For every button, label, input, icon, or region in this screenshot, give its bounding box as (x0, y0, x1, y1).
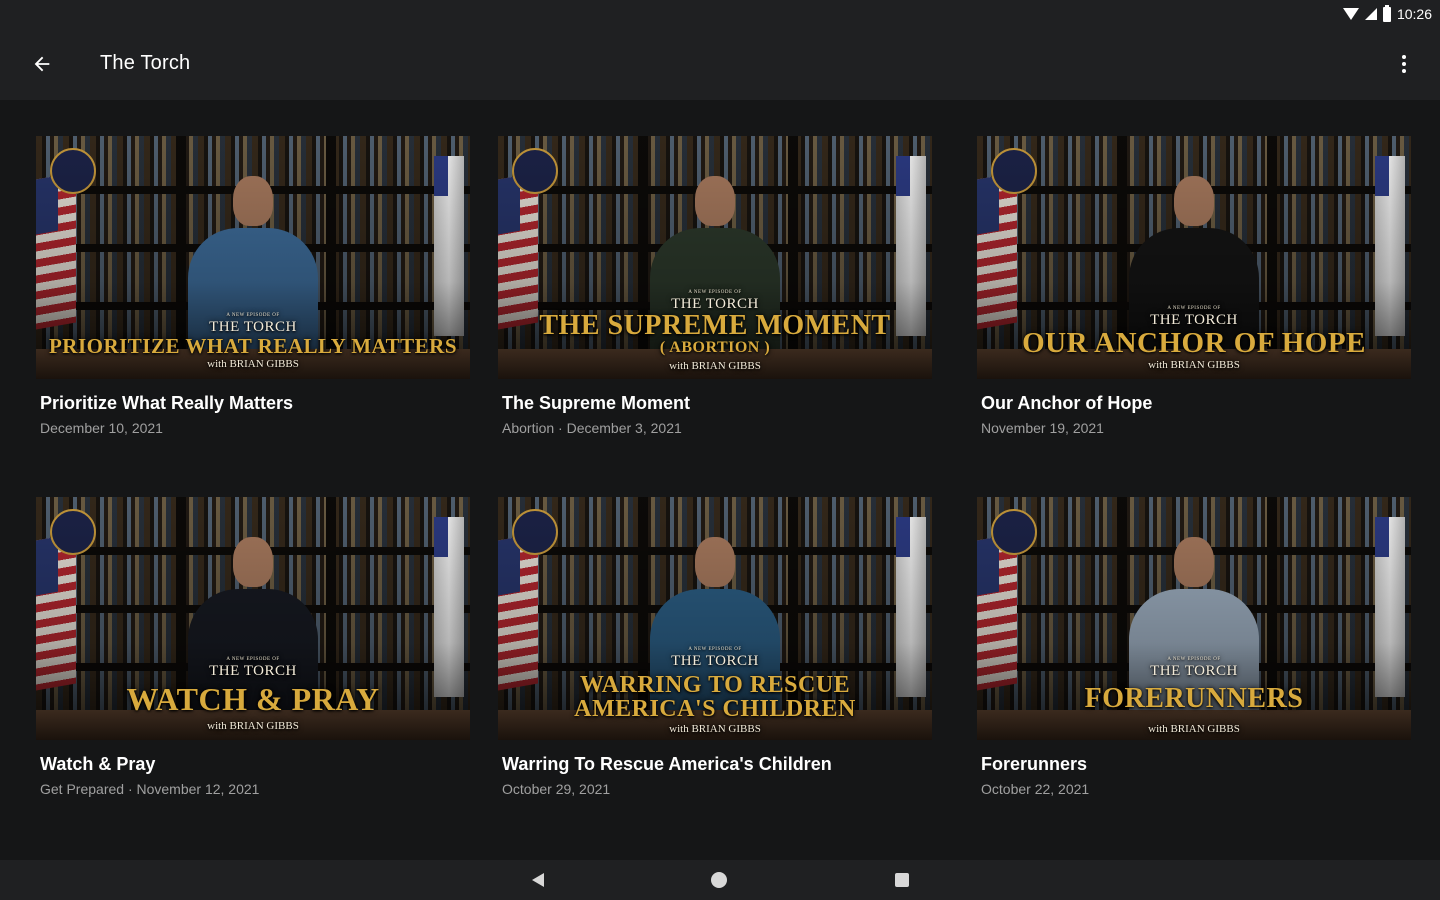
episode-card[interactable]: A NEW EPISODE OF THE TORCH THE SUPREME M… (498, 136, 932, 436)
episode-title: Watch & Pray (40, 754, 156, 774)
back-button[interactable] (22, 44, 62, 84)
episode-card[interactable]: A NEW EPISODE OF THE TORCH WATCH & PRAY … (36, 497, 470, 797)
overlay-title: FORERUNNERS (1084, 683, 1304, 714)
app-bar: The Torch (0, 28, 1440, 100)
episode-thumbnail[interactable]: A NEW EPISODE OF THE TORCH OUR ANCHOR OF… (977, 136, 1411, 379)
overlay-title: WATCH & PRAY (126, 681, 380, 717)
overlay-with: with BRIAN GIBBS (669, 723, 761, 735)
battery-icon (1382, 4, 1391, 22)
overlay-title: THE SUPREME MOMENT (539, 310, 891, 341)
episode-card[interactable]: A NEW EPISODE OF THE TORCH PRIORITIZE WH… (36, 136, 470, 436)
episode-card[interactable]: A NEW EPISODE OF THE TORCH WARRING TO RE… (498, 497, 932, 797)
episode-subtitle: October 22, 2021 (981, 781, 1090, 797)
status-bar: 10:26 (0, 0, 1440, 28)
wifi-icon (1342, 8, 1359, 20)
status-icons: 10:26 (1342, 4, 1432, 24)
episode-title: Prioritize What Really Matters (40, 393, 294, 413)
episode-thumbnail[interactable]: A NEW EPISODE OF THE TORCH FORERUNNERS w… (977, 497, 1411, 740)
episode-title: The Supreme Moment (502, 393, 691, 413)
episode-subtitle: December 10, 2021 (40, 420, 163, 436)
overlay-subtitle: ( ABORTION ) (659, 339, 771, 356)
overlay-with: with BRIAN GIBBS (1148, 359, 1240, 371)
overlay-title: OUR ANCHOR OF HOPE (1022, 327, 1366, 359)
episode-subtitle: Abortion · December 3, 2021 (502, 420, 682, 436)
episode-thumbnail[interactable]: A NEW EPISODE OF THE TORCH WATCH & PRAY … (36, 497, 470, 740)
arrow-left-icon (34, 56, 50, 72)
episode-thumbnail[interactable]: A NEW EPISODE OF THE TORCH PRIORITIZE WH… (36, 136, 470, 379)
overlay-small: A NEW EPISODE OF (1167, 657, 1221, 662)
overlay-small: A NEW EPISODE OF (226, 657, 280, 662)
overlay-brand: THE TORCH (1150, 663, 1238, 679)
system-nav-bar (0, 860, 1440, 900)
overlay-small: A NEW EPISODE OF (688, 647, 742, 652)
episode-title: Forerunners (981, 754, 1088, 774)
episode-thumbnail[interactable]: A NEW EPISODE OF THE TORCH WARRING TO RE… (498, 497, 932, 740)
episode-card[interactable]: A NEW EPISODE OF THE TORCH FORERUNNERS w… (977, 497, 1411, 797)
episode-subtitle: Get Prepared · November 12, 2021 (40, 781, 260, 797)
page-title: The Torch (100, 52, 191, 74)
nav-home-icon[interactable] (711, 872, 727, 888)
overlay-small: A NEW EPISODE OF (1167, 306, 1221, 311)
overlay-title: WARRING TO RESCUE AMERICA'S CHILDREN (574, 672, 856, 722)
episode-subtitle: November 19, 2021 (981, 420, 1104, 436)
episode-grid: A NEW EPISODE OF THE TORCH PRIORITIZE WH… (0, 100, 1440, 860)
nav-back-icon[interactable] (532, 873, 544, 887)
overlay-title: PRIORITIZE WHAT REALLY MATTERS (48, 334, 458, 358)
episode-card[interactable]: A NEW EPISODE OF THE TORCH OUR ANCHOR OF… (977, 136, 1411, 436)
overlay-small: A NEW EPISODE OF (688, 290, 742, 295)
overlay-with: with BRIAN GIBBS (207, 358, 299, 370)
overlay-small: A NEW EPISODE OF (226, 313, 280, 318)
overlay-with: with BRIAN GIBBS (1148, 723, 1240, 735)
episode-subtitle: October 29, 2021 (502, 781, 611, 797)
episode-title: Warring To Rescue America's Children (502, 754, 832, 774)
overlay-brand: THE TORCH (671, 653, 759, 669)
episode-thumbnail[interactable]: A NEW EPISODE OF THE TORCH THE SUPREME M… (498, 136, 932, 379)
overlay-with: with BRIAN GIBBS (207, 720, 299, 732)
episode-title: Our Anchor of Hope (981, 393, 1153, 413)
more-vert-icon (1402, 55, 1406, 73)
status-time: 10:26 (1396, 6, 1432, 22)
signal-icon (1364, 8, 1377, 20)
more-options-button[interactable] (1384, 44, 1424, 84)
nav-recents-icon[interactable] (895, 873, 909, 887)
overlay-brand: THE TORCH (209, 663, 297, 679)
overlay-with: with BRIAN GIBBS (669, 360, 761, 372)
